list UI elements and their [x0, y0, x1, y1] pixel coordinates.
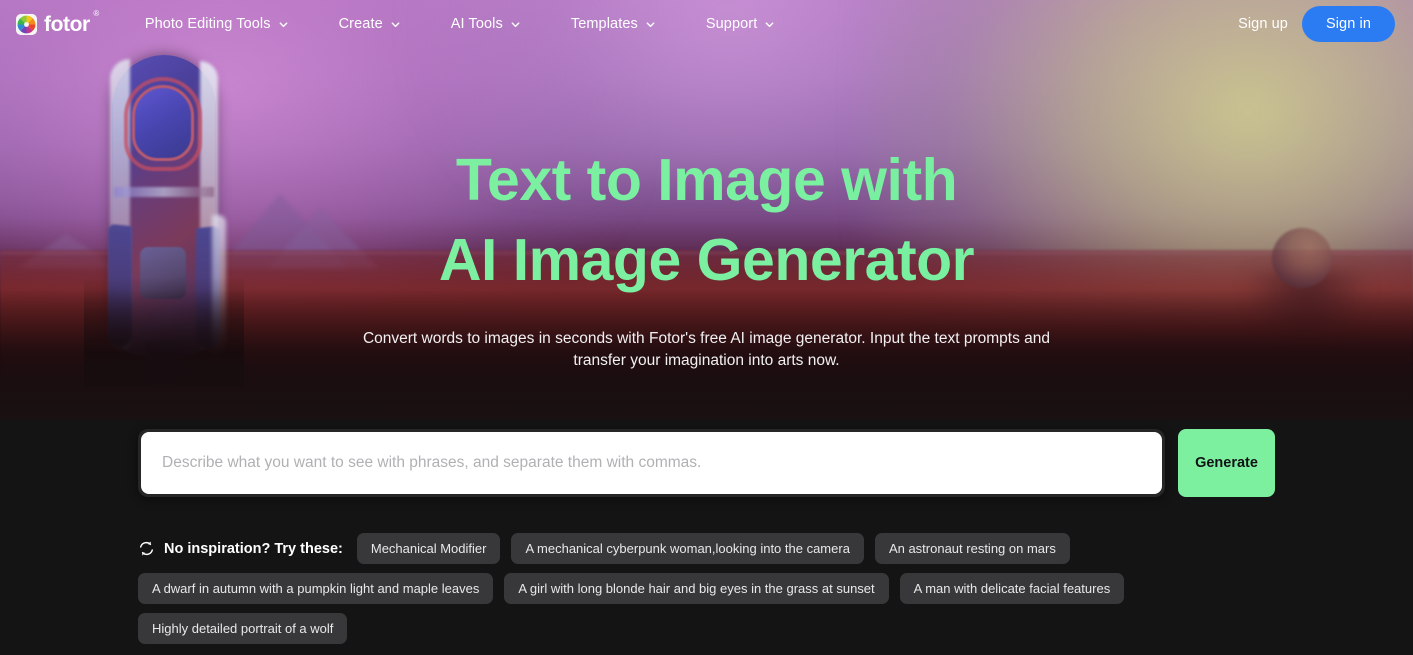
nav-label: Templates: [570, 16, 638, 32]
prompt-input[interactable]: [141, 432, 1162, 494]
sign-in-button[interactable]: Sign in: [1301, 6, 1395, 42]
fotor-wordmark: fotor ®: [44, 9, 99, 36]
account-actions: Sign up Sign in: [1238, 6, 1395, 42]
page-title: Text to Image with AI Image Generator: [0, 140, 1413, 300]
nav-item-create[interactable]: Create: [314, 10, 426, 38]
nav-label: Photo Editing Tools: [144, 16, 271, 32]
fotor-logo-icon: [16, 13, 37, 35]
chevron-down-icon: [279, 21, 288, 27]
brand-text: fotor: [44, 12, 90, 36]
prompt-bar: Generate: [138, 429, 1275, 497]
nav-label: AI Tools: [450, 16, 503, 32]
suggestion-chip[interactable]: A mechanical cyberpunk woman,looking int…: [511, 533, 864, 564]
suggestion-chip[interactable]: A girl with long blonde hair and big eye…: [504, 573, 889, 604]
chevron-down-icon: [391, 21, 400, 27]
suggestion-chip[interactable]: Mechanical Modifier: [356, 533, 501, 564]
suggestion-chip[interactable]: An astronaut resting on mars: [874, 533, 1070, 564]
headline-line-1: Text to Image with: [455, 147, 958, 213]
refresh-icon[interactable]: [138, 540, 155, 557]
nav-label: Create: [338, 16, 383, 32]
suggestions-section: No inspiration? Try these: Mechanical Mo…: [138, 533, 1258, 644]
top-navigation-bar: fotor ® Photo Editing Tools Create AI Too…: [0, 0, 1413, 48]
chevron-down-icon: [511, 21, 520, 27]
fotor-ai-image-generator-page: fotor ® Photo Editing Tools Create AI Too…: [0, 0, 1413, 655]
suggestion-chip-list: No inspiration? Try these: Mechanical Mo…: [138, 533, 1258, 644]
suggestions-label-text: No inspiration? Try these:: [164, 540, 343, 557]
nav-item-ai-tools[interactable]: AI Tools: [426, 10, 546, 38]
generate-button[interactable]: Generate: [1178, 429, 1275, 497]
hero-subtitle: Convert words to images in seconds with …: [362, 330, 1051, 369]
nav-item-templates[interactable]: Templates: [546, 10, 681, 38]
nav-label: Support: [705, 16, 758, 32]
nav-menu: Photo Editing Tools Create AI Tools Temp…: [120, 10, 801, 38]
fotor-logo[interactable]: fotor ®: [16, 9, 99, 36]
chevron-down-icon: [765, 21, 774, 27]
suggestions-label: No inspiration? Try these:: [138, 540, 346, 557]
nav-item-support[interactable]: Support: [681, 10, 801, 38]
suggestion-chip[interactable]: Highly detailed portrait of a wolf: [138, 613, 348, 644]
headline-line-2: AI Image Generator: [438, 227, 975, 293]
prompt-input-wrapper: [138, 429, 1165, 497]
suggestion-chip[interactable]: A dwarf in autumn with a pumpkin light a…: [138, 573, 494, 604]
color-wheel-icon: [16, 13, 37, 35]
sign-up-link[interactable]: Sign up: [1238, 16, 1288, 32]
registered-trademark-icon: ®: [93, 8, 99, 18]
nav-item-photo-editing-tools[interactable]: Photo Editing Tools: [120, 10, 314, 38]
chevron-down-icon: [646, 21, 655, 27]
hero-content: Text to Image with AI Image Generator Co…: [0, 0, 1413, 372]
suggestion-chip[interactable]: A man with delicate facial features: [899, 573, 1125, 604]
